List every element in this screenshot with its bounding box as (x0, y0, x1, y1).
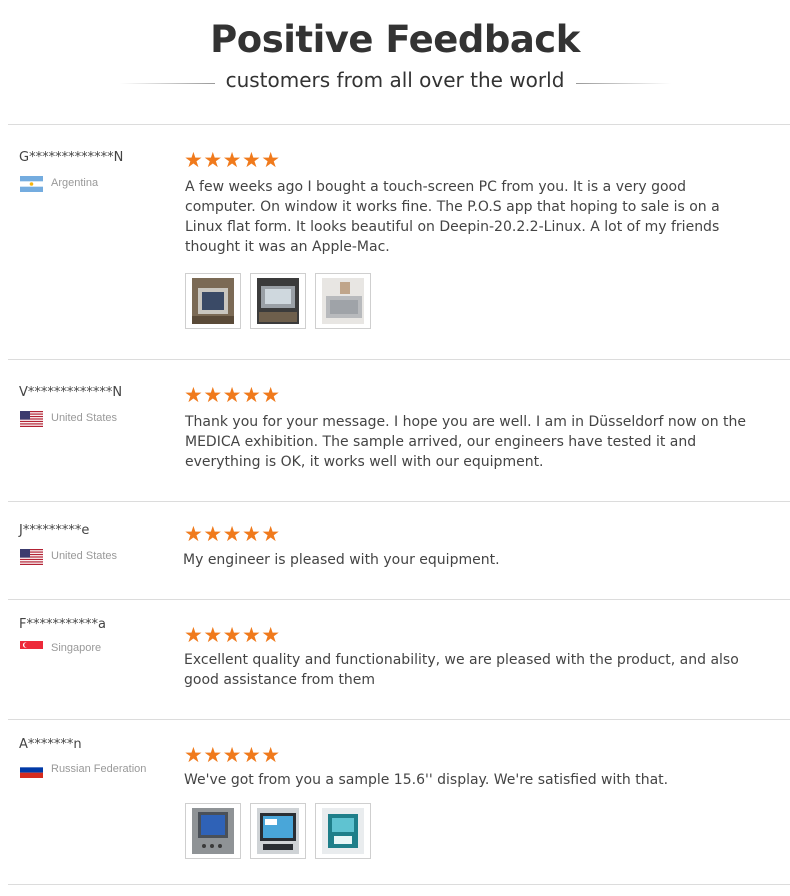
review-text: My engineer is pleased with your equipme… (183, 552, 500, 568)
reviewer-name: A*******n (19, 737, 82, 752)
photo-gallery (185, 803, 371, 859)
review-item: G*************N Argentina ★★★★★ A few we… (0, 125, 790, 359)
photo-gallery (185, 273, 371, 329)
divider (8, 884, 790, 885)
photo-thumbnail[interactable] (315, 273, 371, 329)
argentina-flag-icon (20, 176, 43, 192)
reviewer-name: V*************N (19, 385, 123, 400)
review-item: A*******n Russian Federation ★★★★★ We've… (0, 720, 790, 884)
reviewer-name: F***********a (19, 617, 106, 632)
review-text: Excellent quality and functionability, w… (184, 652, 739, 688)
photo-thumbnail[interactable] (185, 803, 241, 859)
united-states-flag-icon (20, 549, 43, 565)
reviewer-name: G*************N (19, 150, 124, 165)
star-rating: ★★★★★ (184, 523, 281, 546)
review-text: We've got from you a sample 15.6'' displ… (184, 772, 669, 788)
photo-thumbnail[interactable] (315, 803, 371, 859)
feedback-header: Positive Feedback customers from all ove… (0, 0, 790, 124)
photo-thumbnail[interactable] (250, 273, 306, 329)
subtitle-row: customers from all over the world (0, 68, 790, 98)
review-item: V*************N United States ★★★★★ Than… (0, 360, 790, 501)
page-title: Positive Feedback (210, 18, 580, 61)
united-states-flag-icon (20, 411, 43, 427)
star-rating: ★★★★★ (184, 744, 281, 767)
country-name: United States (51, 412, 118, 424)
country-name: Russian Federation (51, 763, 147, 775)
country-name: Singapore (51, 642, 102, 654)
star-rating: ★★★★★ (184, 384, 281, 407)
review-item: F***********a Singapore ★★★★★ Excellent … (0, 600, 790, 719)
page-subtitle: customers from all over the world (225, 68, 565, 92)
photo-thumbnail[interactable] (185, 273, 241, 329)
singapore-flag-icon (20, 641, 43, 657)
country-name: United States (51, 550, 118, 562)
reviewer-name: J*********e (19, 523, 90, 538)
subtitle-right-rule (576, 83, 671, 84)
review-text: A few weeks ago I bought a touch-screen … (185, 179, 720, 255)
russia-flag-icon (20, 762, 43, 778)
country-name: Argentina (51, 177, 99, 189)
review-item: J*********e United States ★★★★★ My engin… (0, 502, 790, 599)
star-rating: ★★★★★ (184, 624, 281, 647)
photo-thumbnail[interactable] (250, 803, 306, 859)
review-text: Thank you for your message. I hope you a… (185, 414, 747, 470)
star-rating: ★★★★★ (184, 149, 281, 172)
